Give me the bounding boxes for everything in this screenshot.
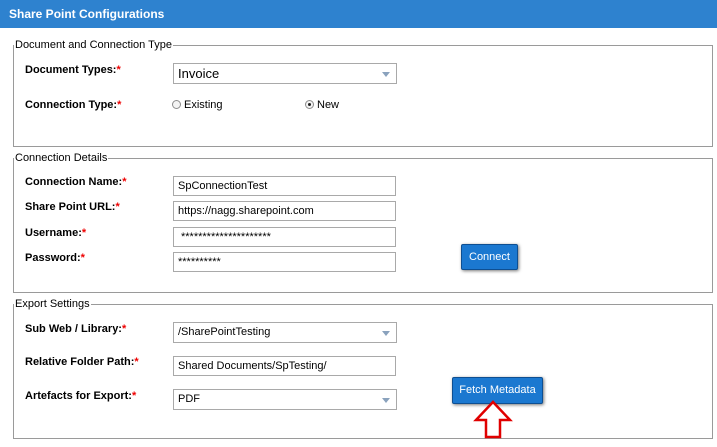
sub-web-library-label: Sub Web / Library:*	[25, 323, 126, 335]
radio-new-label: New	[317, 99, 340, 111]
relative-folder-path-label: Relative Folder Path:*	[25, 356, 139, 368]
section-legend: Document and Connection Type	[14, 38, 173, 52]
dropdown-arrow-icon	[382, 72, 390, 77]
sub-web-library-value: /SharePointTesting	[178, 326, 271, 338]
artefacts-for-export-select[interactable]: PDF	[173, 389, 397, 410]
artefacts-for-export-label: Artefacts for Export:*	[25, 390, 136, 402]
relative-folder-path-input[interactable]: Shared Documents/SpTesting/	[173, 356, 396, 376]
artefacts-for-export-label-text: Artefacts for Export:	[25, 390, 132, 402]
dropdown-arrow-icon	[382, 398, 390, 403]
username-input[interactable]: *********************	[173, 227, 396, 247]
radio-new[interactable]: New	[305, 99, 339, 111]
password-label: Password:*	[25, 252, 85, 264]
document-connection-section: Document and Connection Type Document Ty…	[13, 38, 713, 147]
section-legend: Export Settings	[14, 297, 91, 311]
sub-web-library-label-text: Sub Web / Library:	[25, 323, 122, 335]
password-label-text: Password:	[25, 252, 81, 264]
document-types-label-text: Document Types:	[25, 64, 117, 76]
connection-name-label: Connection Name:*	[25, 176, 126, 188]
share-point-url-label: Share Point URL:*	[25, 201, 120, 213]
connection-name-label-text: Connection Name:	[25, 176, 123, 188]
connect-button[interactable]: Connect	[461, 244, 518, 270]
connection-name-input[interactable]: SpConnectionTest	[173, 176, 396, 196]
section-legend: Connection Details	[14, 151, 109, 165]
page-title: Share Point Configurations	[9, 7, 165, 21]
required-marker: *	[81, 227, 87, 239]
required-marker: *	[122, 176, 127, 188]
relative-folder-path-label-text: Relative Folder Path:	[25, 356, 135, 368]
required-marker: *	[131, 390, 137, 402]
username-label: Username:*	[25, 227, 86, 239]
document-types-label: Document Types:*	[25, 64, 121, 76]
document-types-select[interactable]: Invoice	[173, 63, 397, 84]
password-input[interactable]: **********	[173, 252, 396, 272]
title-bar: Share Point Configurations	[0, 0, 717, 28]
required-marker: *	[116, 64, 121, 76]
connection-type-label-text: Connection Type:	[25, 99, 118, 111]
radio-existing-icon[interactable]	[172, 100, 181, 109]
username-label-text: Username:	[25, 227, 82, 239]
export-settings-section: Export Settings Sub Web / Library:* /Sha…	[13, 297, 713, 439]
required-marker: *	[121, 323, 127, 335]
required-marker: *	[115, 201, 120, 213]
radio-existing-label: Existing	[184, 99, 223, 111]
up-arrow-icon	[473, 400, 513, 439]
document-types-value: Invoice	[178, 66, 220, 81]
radio-new-icon[interactable]	[305, 100, 314, 109]
dropdown-arrow-icon	[382, 331, 390, 336]
radio-existing[interactable]: Existing	[172, 99, 223, 111]
share-point-url-input[interactable]: https://nagg.sharepoint.com	[173, 201, 396, 221]
required-marker: *	[80, 252, 85, 264]
artefacts-for-export-value: PDF	[178, 393, 200, 405]
connection-details-section: Connection Details Connection Name:* SpC…	[13, 151, 713, 293]
required-marker: *	[117, 99, 122, 111]
share-point-url-label-text: Share Point URL:	[25, 201, 116, 213]
required-marker: *	[134, 356, 139, 368]
connection-type-label: Connection Type:*	[25, 99, 121, 111]
sub-web-library-select[interactable]: /SharePointTesting	[173, 322, 397, 343]
